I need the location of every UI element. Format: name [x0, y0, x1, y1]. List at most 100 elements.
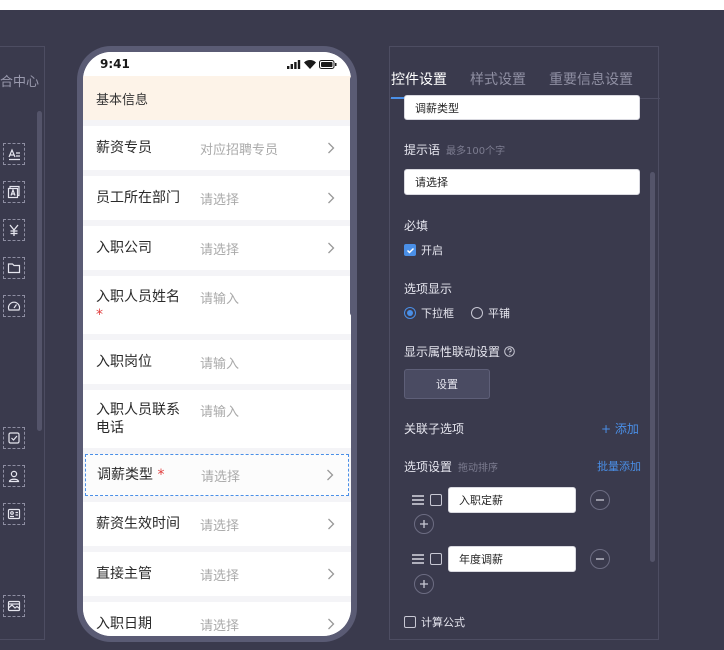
remove-option-button[interactable]	[590, 549, 610, 569]
multiline-text-icon[interactable]	[3, 181, 25, 203]
battery-icon	[319, 59, 337, 69]
settings-scrollbar[interactable]	[650, 172, 655, 562]
section-header: 基本信息	[83, 76, 351, 120]
radio-selected-icon[interactable]	[404, 307, 416, 319]
text-field-icon[interactable]	[3, 143, 25, 165]
radio-icon[interactable]	[471, 307, 483, 319]
folder-icon[interactable]	[3, 257, 25, 279]
form-row-employee-name[interactable]: 入职人员姓名 * 请输入	[83, 276, 351, 334]
wifi-icon	[304, 59, 316, 69]
checkbox-checked-icon[interactable]	[404, 244, 416, 256]
drag-handle-icon[interactable]	[412, 495, 424, 505]
panel-title: 合中心	[0, 75, 40, 90]
add-sub-option-link[interactable]: + 添加	[601, 420, 639, 437]
row-value: 请选择	[201, 469, 241, 485]
row-label: 入职公司	[96, 240, 152, 256]
top-bar	[0, 0, 724, 10]
row-value: 请选择	[200, 618, 240, 634]
image-field-icon[interactable]	[3, 595, 25, 617]
contact-card-icon[interactable]	[3, 503, 25, 525]
formula-toggle[interactable]: 计算公式	[404, 614, 465, 630]
add-option-button[interactable]	[414, 574, 434, 594]
checkbox-field-icon[interactable]	[3, 427, 25, 449]
row-value: 请选择	[200, 192, 240, 208]
row-label: 入职人员姓名 *	[96, 289, 180, 323]
required-mark: *	[157, 467, 165, 483]
currency-icon[interactable]	[3, 219, 25, 241]
form-row-department[interactable]: 员工所在部门 请选择	[83, 176, 351, 220]
options-label: 选项设置 拖动排序	[404, 460, 499, 474]
form-row-company[interactable]: 入职公司 请选择	[83, 226, 351, 270]
settings-panel: 控件设置 样式设置 重要信息设置 调薪类型 提示语 最多100个字 请选择 必填 …	[389, 46, 660, 640]
panel-scrollbar[interactable]	[37, 111, 42, 431]
row-label: 入职岗位	[96, 354, 152, 370]
phone-screen: 9:41 基本信息 薪资专员 对应招聘专员 员工所在部门 请选择 入职公司 请选…	[83, 52, 351, 636]
form-row-adjust-type[interactable]: 调薪类型 * 请选择	[85, 454, 349, 496]
gauge-icon[interactable]	[3, 295, 25, 317]
options-hint: 拖动排序	[458, 463, 499, 474]
option-input[interactable]: 年度调薪	[448, 546, 576, 572]
formula-label: 计算公式	[421, 616, 465, 629]
row-label: 薪资专员	[96, 140, 152, 156]
signal-icon	[287, 59, 301, 69]
row-label: 入职人员联系电话	[96, 402, 180, 436]
row-value: 对应招聘专员	[200, 142, 279, 158]
tab-style-settings[interactable]: 样式设置	[470, 69, 526, 89]
phone-preview: 9:41 基本信息 薪资专员 对应招聘专员 员工所在部门 请选择 入职公司 请选…	[77, 46, 357, 642]
tab-important-info[interactable]: 重要信息设置	[549, 69, 633, 89]
display-label: 选项显示	[404, 282, 453, 296]
row-label: 调薪类型 *	[97, 467, 165, 483]
status-time: 9:41	[100, 57, 130, 71]
batch-add-link[interactable]: 批量添加	[597, 458, 641, 474]
row-value: 请选择	[200, 518, 240, 534]
required-option-label: 开启	[421, 244, 443, 257]
phone-scrollbar[interactable]	[350, 76, 356, 316]
form-row-supervisor[interactable]: 直接主管 请选择	[83, 552, 351, 596]
option-checkbox[interactable]	[430, 553, 442, 565]
row-value: 请输入	[200, 405, 240, 420]
drag-handle-icon[interactable]	[412, 554, 424, 564]
status-bar: 9:41	[83, 52, 351, 76]
display-option-tiled[interactable]: 平铺	[471, 305, 510, 321]
title-input[interactable]: 调薪类型	[404, 95, 640, 120]
form-row-phone[interactable]: 入职人员联系电话 请输入	[83, 390, 351, 448]
option-row: 年度调薪	[412, 546, 610, 572]
chevron-right-icon	[328, 192, 335, 204]
chevron-right-icon	[328, 142, 335, 154]
row-label: 薪资生效时间	[96, 516, 180, 532]
add-option-button[interactable]	[414, 514, 434, 534]
form-row-position[interactable]: 入职岗位 请输入	[83, 340, 351, 384]
form-row-hire-date[interactable]: 入职日期 请选择	[83, 602, 351, 636]
display-option-dropdown[interactable]: 下拉框	[404, 305, 454, 321]
settings-tabs: 控件设置 样式设置 重要信息设置	[390, 47, 660, 99]
row-value: 请输入	[200, 356, 240, 372]
chevron-right-icon	[328, 618, 335, 630]
sub-options-label: 关联子选项	[404, 422, 465, 436]
linkage-settings-button[interactable]: 设置	[404, 369, 490, 399]
row-label: 入职日期	[96, 616, 152, 632]
option-input[interactable]: 入职定薪	[448, 487, 576, 513]
chevron-right-icon	[328, 242, 335, 254]
component-panel: 合中心	[0, 46, 45, 640]
tab-control-settings[interactable]: 控件设置	[391, 69, 447, 89]
required-toggle[interactable]: 开启	[404, 242, 443, 258]
form-row-salary-specialist[interactable]: 薪资专员 对应招聘专员	[83, 126, 351, 170]
required-mark: *	[96, 307, 103, 323]
remove-option-button[interactable]	[590, 490, 610, 510]
prompt-hint: 最多100个字	[446, 146, 506, 157]
display-option-label: 平铺	[488, 307, 510, 320]
form-row-effective-date[interactable]: 薪资生效时间 请选择	[83, 502, 351, 546]
prompt-input[interactable]: 请选择	[404, 169, 640, 195]
row-value: 请输入	[200, 292, 240, 307]
row-label: 员工所在部门	[96, 190, 180, 206]
help-icon[interactable]	[504, 346, 515, 357]
option-row: 入职定薪	[412, 487, 610, 513]
checkbox-icon[interactable]	[404, 616, 416, 628]
chevron-right-icon	[327, 469, 334, 481]
prompt-label: 提示语 最多100个字	[404, 143, 506, 157]
row-label: 直接主管	[96, 566, 152, 582]
user-icon[interactable]	[3, 465, 25, 487]
required-label: 必填	[404, 219, 429, 233]
row-value: 请选择	[200, 568, 240, 584]
option-checkbox[interactable]	[430, 494, 442, 506]
